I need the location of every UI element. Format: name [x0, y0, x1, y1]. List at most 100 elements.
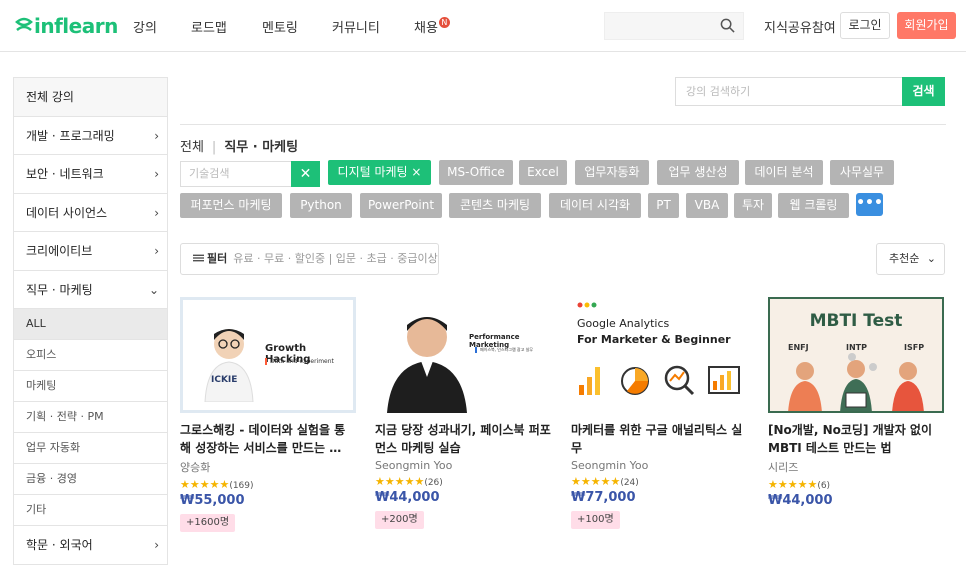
logo[interactable]: inflearn: [14, 14, 118, 38]
nav-jobs[interactable]: 채용 N: [414, 17, 450, 36]
tag-web-crawling[interactable]: 웹 크롤링: [778, 193, 849, 218]
course-price: ₩55,000: [180, 493, 245, 508]
skill-search-input[interactable]: 기술검색: [180, 161, 292, 187]
traffic-dots-icon: [577, 302, 597, 308]
tag-pt[interactable]: PT: [648, 193, 679, 218]
sidebar-sub-finance[interactable]: 금융 · 경영: [14, 464, 167, 495]
sidebar-sub-office[interactable]: 오피스: [14, 340, 167, 371]
analytics-icons: [579, 365, 740, 396]
chevron-right-icon: ›: [154, 244, 159, 258]
skill-clear-button[interactable]: ✕: [291, 161, 320, 187]
sidebar-sub-marketing[interactable]: 마케팅: [14, 371, 167, 402]
tag-digital-marketing[interactable]: 디지털 마케팅 ×: [328, 160, 431, 185]
course-title[interactable]: 마케터를 위한 구글 애널리틱스 실무: [571, 421, 747, 457]
course-title[interactable]: [No개발, No코딩] 개발자 없이 MBTI 테스트 만드는 법: [768, 421, 944, 457]
course-card[interactable]: Google Analytics For Marketer & Beginner…: [571, 297, 747, 529]
tag-powerpoint[interactable]: PowerPoint: [360, 193, 442, 218]
thumb-shirt-text: ICKIE: [211, 375, 238, 385]
course-card[interactable]: ICKIE Growth Hacking Data and experiment…: [180, 297, 356, 532]
inflearn-logo-icon: [15, 17, 33, 31]
course-thumbnail[interactable]: Performance Marketing 페이스북, 인스타그램 광고 실무: [375, 297, 551, 413]
sidebar-item-security[interactable]: 보안 · 네트워크 ›: [14, 155, 167, 194]
mbti-type: ISFP: [904, 343, 925, 352]
tag-investment[interactable]: 투자: [734, 193, 772, 218]
tag-ms-office[interactable]: MS-Office: [439, 160, 513, 185]
login-button[interactable]: 로그인: [840, 12, 890, 39]
star-rating-icon: ★★★★★: [571, 475, 621, 488]
course-thumbnail[interactable]: MBTI Test ENFJ INTP ISFP: [768, 297, 944, 413]
student-count-badge: +200명: [375, 511, 424, 529]
tag-content-marketing[interactable]: 콘텐츠 마케팅: [449, 193, 541, 218]
chevron-down-icon: ⌄: [926, 252, 936, 265]
header: inflearn 강의 로드맵 멘토링 커뮤니티 채용 N 지식공유참여 로그인 …: [0, 0, 966, 52]
course-instructor: Seongmin Yoo: [571, 459, 649, 472]
thumb-title: Google Analytics: [577, 317, 670, 330]
category-sidebar: 전체 강의 개발 · 프로그래밍 › 보안 · 네트워크 › 데이터 사이언스 › 크…: [13, 77, 168, 565]
sidebar-item-data-science[interactable]: 데이터 사이언스 ›: [14, 194, 167, 232]
sidebar-item-all[interactable]: 전체 강의: [14, 78, 167, 117]
divider: [180, 124, 946, 125]
sidebar-item-dev[interactable]: 개발 · 프로그래밍 ›: [14, 117, 167, 155]
instructor-photo: [387, 317, 467, 413]
star-rating-icon: ★★★★★: [375, 475, 425, 488]
tag-excel[interactable]: Excel: [519, 160, 567, 185]
thumb-subtitle: For Marketer & Beginner: [577, 333, 731, 346]
thumb-title: MBTI Test: [809, 311, 903, 331]
tag-data-analysis[interactable]: 데이터 분석: [745, 160, 823, 185]
search-icon[interactable]: [720, 18, 735, 33]
sidebar-item-marketing[interactable]: 직무 · 마케팅 ⌄: [14, 271, 167, 309]
breadcrumb: 전체 | 직무 · 마케팅: [180, 140, 299, 155]
chevron-right-icon: ›: [154, 205, 159, 220]
course-rating: ★★★★★(169): [180, 478, 254, 491]
nav-community[interactable]: 커뮤니티: [332, 17, 380, 36]
course-thumbnail[interactable]: Google Analytics For Marketer & Beginner: [571, 297, 747, 413]
course-card[interactable]: MBTI Test ENFJ INTP ISFP [No개발, No코딩] 개발…: [768, 297, 944, 508]
thumb-subtitle: Data and experiment: [265, 358, 334, 365]
course-price: ₩44,000: [375, 490, 440, 505]
course-rating: ★★★★★(6): [768, 478, 831, 491]
chevron-right-icon: ›: [154, 538, 159, 552]
tag-productivity[interactable]: 업무 생산성: [657, 160, 739, 185]
sidebar-sub-all[interactable]: ALL: [14, 309, 167, 340]
course-price: ₩44,000: [768, 493, 833, 508]
thumb-subtitle: 페이스북, 인스타그램 광고 실무: [475, 347, 533, 353]
tag-office-work[interactable]: 사무실무: [830, 160, 894, 185]
more-tags-button[interactable]: •••: [856, 193, 883, 216]
tag-python[interactable]: Python: [290, 193, 352, 218]
sidebar-sub-automation[interactable]: 업무 자동화: [14, 433, 167, 464]
filter-icon: [193, 254, 204, 262]
signup-button[interactable]: 회원가입: [897, 12, 956, 39]
top-search-input[interactable]: [604, 12, 744, 40]
filter-button[interactable]: 필터 유료 · 무료 · 할인중 | 입문 · 초급 · 중급이상: [180, 243, 439, 275]
chevron-down-icon: ⌄: [148, 282, 159, 297]
tag-data-visualization[interactable]: 데이터 시각화: [549, 193, 641, 218]
sort-dropdown[interactable]: 추천순 ⌄: [876, 243, 945, 275]
tag-performance-marketing[interactable]: 퍼포먼스 마케팅: [180, 193, 282, 218]
sidebar-item-academic[interactable]: 학문 · 외국어 ›: [14, 526, 167, 565]
nav-mentoring[interactable]: 멘토링: [262, 17, 298, 36]
breadcrumb-current: 직무 · 마케팅: [224, 140, 299, 155]
course-title[interactable]: 그로스해킹 - 데이터와 실험을 통해 성장하는 서비스를 만드는 …: [180, 421, 356, 457]
instructor-photo: [204, 329, 254, 402]
new-badge: N: [438, 17, 450, 28]
nav-roadmap[interactable]: 로드맵: [191, 17, 227, 36]
breadcrumb-root[interactable]: 전체: [180, 140, 204, 155]
instructor-join-link[interactable]: 지식공유참여: [764, 17, 836, 36]
star-rating-icon: ★★★★★: [180, 478, 230, 491]
chevron-right-icon: ›: [154, 167, 159, 181]
course-search-button[interactable]: 검색: [902, 77, 945, 106]
course-title[interactable]: 지금 당장 성과내기, 페이스북 퍼포먼스 마케팅 실습: [375, 421, 551, 457]
sidebar-item-creative[interactable]: 크리에이티브 ›: [14, 232, 167, 271]
course-thumbnail[interactable]: ICKIE Growth Hacking Data and experiment: [180, 297, 356, 413]
sidebar-sub-etc[interactable]: 기타: [14, 495, 167, 526]
course-instructor: 양승화: [180, 461, 211, 474]
course-search-input[interactable]: 강의 검색하기: [675, 77, 903, 106]
course-rating: ★★★★★(26): [375, 475, 443, 488]
course-card[interactable]: Performance Marketing 페이스북, 인스타그램 광고 실무 …: [375, 297, 551, 529]
course-instructor: Seongmin Yoo: [375, 459, 453, 472]
nav-courses[interactable]: 강의: [133, 17, 157, 36]
sidebar-sub-planning[interactable]: 기획 · 전략 · PM: [14, 402, 167, 433]
student-count-badge: +100명: [571, 511, 620, 529]
tag-automation[interactable]: 업무자동화: [575, 160, 649, 185]
tag-vba[interactable]: VBA: [686, 193, 728, 218]
